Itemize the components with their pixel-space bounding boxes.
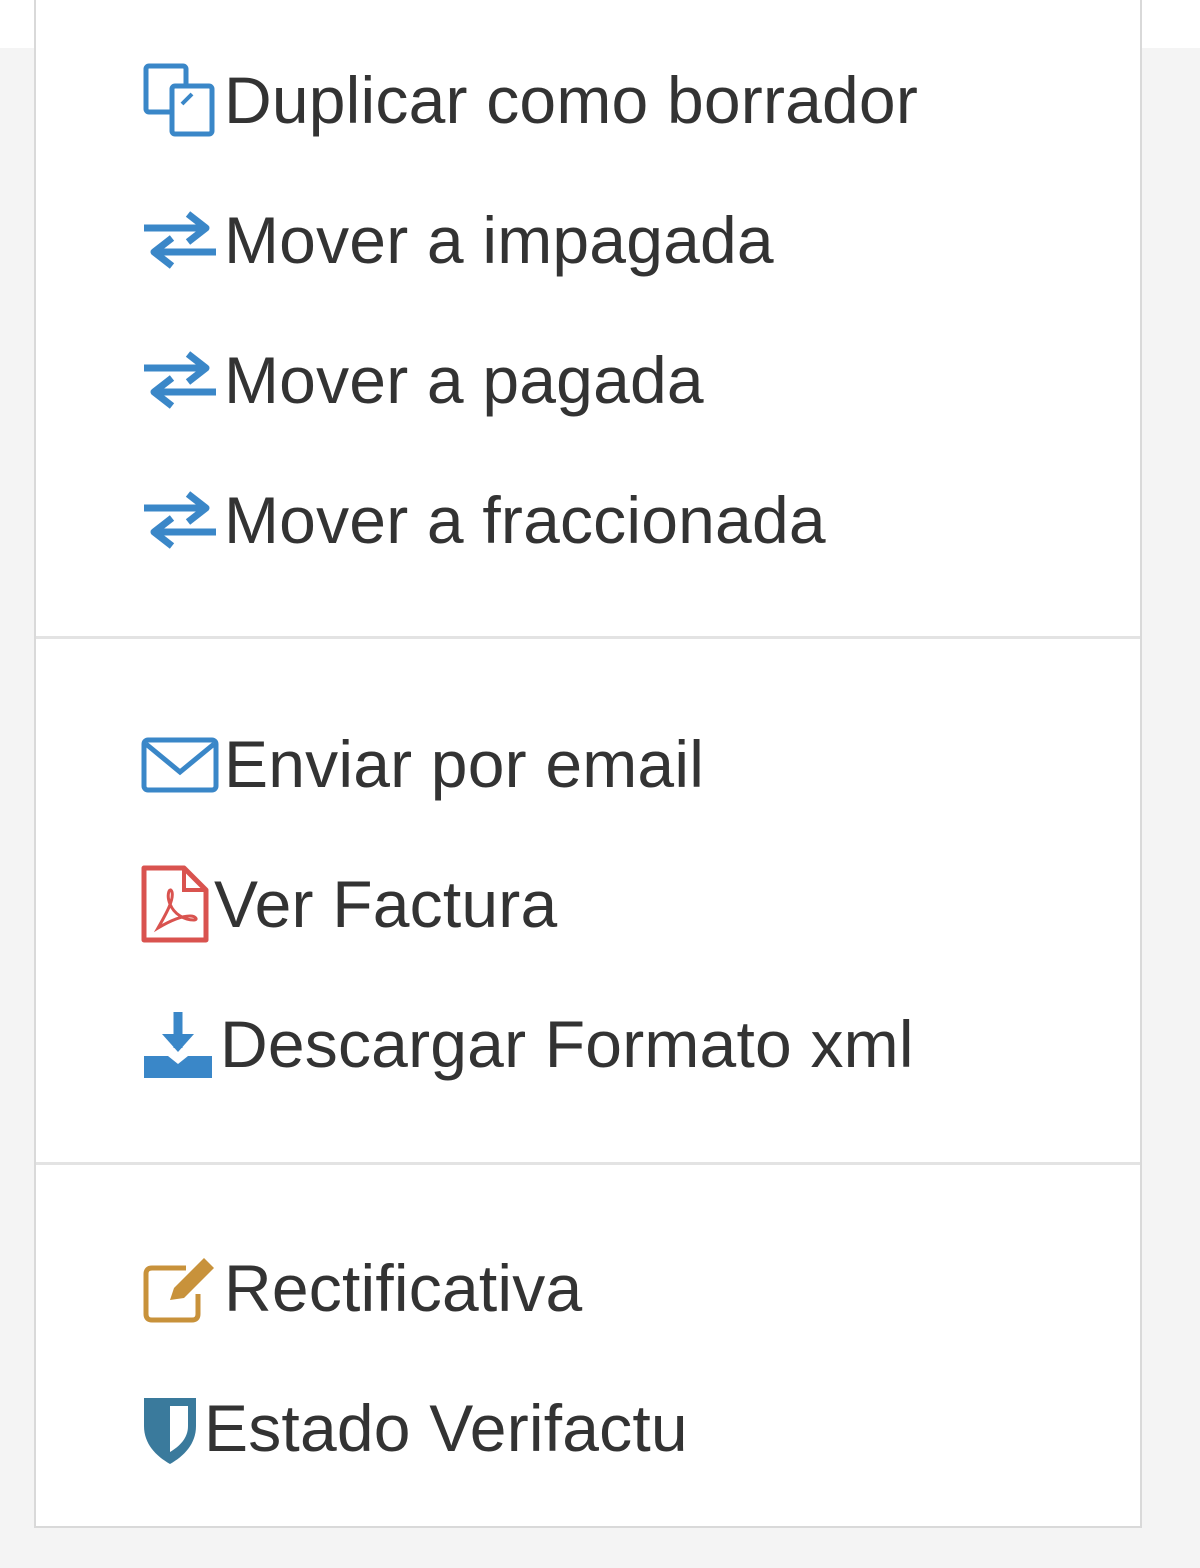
exchange-icon bbox=[140, 200, 220, 280]
menu-item-label: Ver Factura bbox=[214, 867, 558, 941]
menu-item-move-paid[interactable]: Mover a pagada bbox=[140, 330, 704, 430]
menu-item-send-email[interactable]: Enviar por email bbox=[140, 714, 704, 814]
envelope-icon bbox=[140, 724, 220, 804]
exchange-icon bbox=[140, 340, 220, 420]
menu-divider bbox=[36, 636, 1140, 639]
menu-item-download-xml[interactable]: Descargar Formato xml bbox=[140, 994, 914, 1094]
menu-item-label: Duplicar como borrador bbox=[224, 63, 919, 137]
menu-item-duplicate-draft[interactable]: Duplicar como borrador bbox=[140, 50, 918, 150]
menu-item-label: Mover a impagada bbox=[224, 203, 774, 277]
menu-item-move-split[interactable]: Mover a fraccionada bbox=[140, 470, 826, 570]
menu-item-label: Enviar por email bbox=[224, 727, 705, 801]
shield-icon bbox=[140, 1388, 200, 1468]
menu-item-label: Mover a pagada bbox=[224, 343, 704, 417]
exchange-icon bbox=[140, 480, 220, 560]
menu-item-label: Descargar Formato xml bbox=[220, 1007, 914, 1081]
edit-icon bbox=[140, 1248, 220, 1328]
menu-item-view-invoice[interactable]: Ver Factura bbox=[140, 854, 557, 954]
menu-item-label: Mover a fraccionada bbox=[224, 483, 826, 557]
menu-divider bbox=[36, 1162, 1140, 1165]
menu-item-verifactu-status[interactable]: Estado Verifactu bbox=[140, 1378, 688, 1478]
pdf-file-icon bbox=[140, 864, 210, 944]
menu-item-label: Estado Verifactu bbox=[204, 1391, 688, 1465]
menu-item-corrective-invoice[interactable]: Rectificativa bbox=[140, 1238, 582, 1338]
menu-item-label: Rectificativa bbox=[224, 1251, 583, 1325]
copy-icon bbox=[140, 60, 220, 140]
actions-dropdown-menu: Duplicar como borrador Mover a impagada … bbox=[34, 0, 1142, 1528]
download-icon bbox=[140, 1004, 216, 1084]
menu-item-move-unpaid[interactable]: Mover a impagada bbox=[140, 190, 774, 290]
